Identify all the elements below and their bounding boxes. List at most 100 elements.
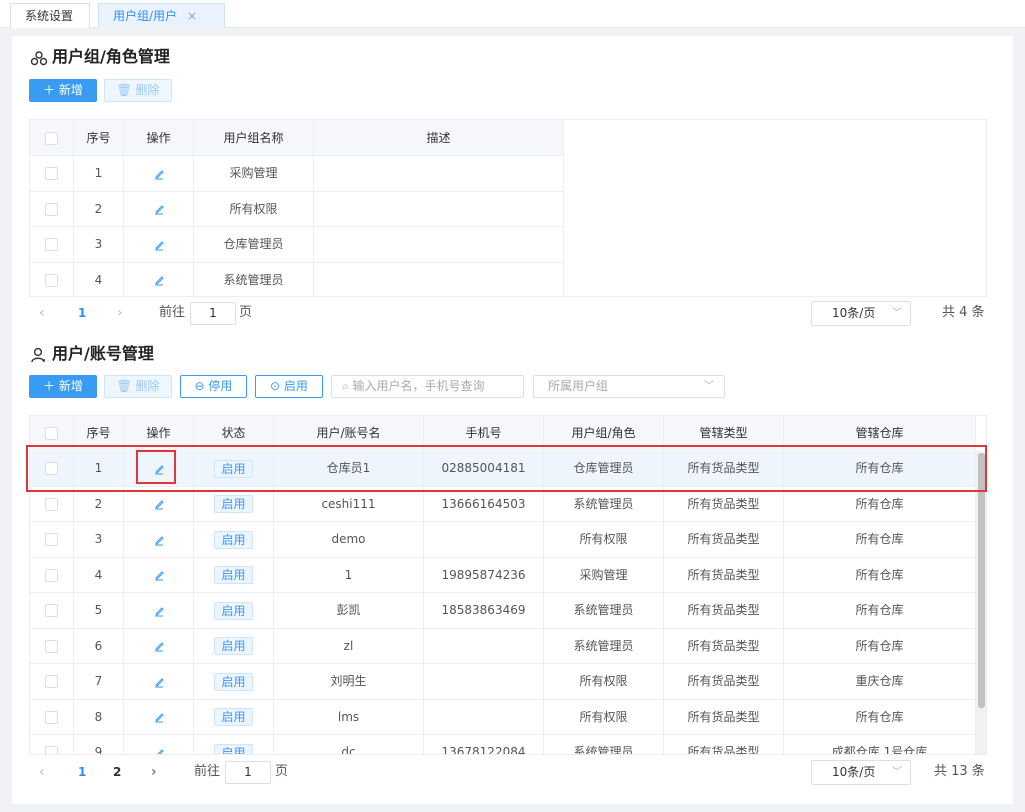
group-delete-button[interactable]: 🗑 删除 (104, 79, 172, 102)
user-cell: 2 (74, 486, 124, 522)
next-page-icon[interactable]: › (151, 758, 157, 786)
tab-system-settings[interactable]: 系统设置 (10, 3, 90, 28)
user-search-input[interactable]: ⌕ 输入用户名，手机号查询 (331, 375, 524, 398)
edit-icon[interactable] (153, 239, 165, 251)
user-cell: 所有货品类型 (664, 664, 784, 700)
user-cell: demo (274, 522, 424, 558)
row-checkbox-cell (30, 664, 74, 700)
user-cell: 所有仓库 (784, 522, 976, 558)
user-group-select[interactable]: 所属用户组 ﹀ (533, 375, 725, 398)
user-cell (424, 664, 544, 700)
user-cell: 采购管理 (544, 557, 664, 593)
edit-icon[interactable] (153, 747, 165, 756)
page-number[interactable]: 1 (78, 758, 86, 786)
tab-user-groups-users[interactable]: 用户组/用户 × (98, 3, 225, 28)
page-number[interactable]: 2 (113, 758, 121, 786)
goto-page-input[interactable]: 1 (225, 761, 271, 784)
edit-icon[interactable] (153, 203, 165, 215)
checkbox[interactable] (45, 675, 58, 688)
status-badge: 启用 (214, 530, 253, 549)
edit-icon[interactable] (153, 168, 165, 180)
group-add-label: 新增 (58, 83, 83, 97)
user-cell: 13666164503 (424, 486, 544, 522)
edit-icon[interactable] (153, 498, 165, 510)
checkbox[interactable] (45, 273, 58, 287)
row-number-cell: 2 (74, 191, 124, 227)
prev-page-icon[interactable]: ‹ (39, 758, 45, 786)
checkbox[interactable] (45, 568, 58, 582)
edit-icon[interactable] (153, 463, 165, 475)
group-add-button[interactable]: ＋ 新增 (29, 79, 97, 102)
row-checkbox-cell (30, 522, 74, 558)
row-checkbox-cell (30, 451, 74, 487)
user-add-button[interactable]: ＋ 新增 (29, 375, 97, 398)
col-header: 序号 (74, 416, 124, 450)
minus-circle-icon: ⊖ (194, 379, 209, 393)
checkbox[interactable] (45, 132, 58, 145)
user-disable-button[interactable]: ⊖ 停用 (180, 375, 247, 398)
user-cell (124, 699, 194, 735)
checkbox[interactable] (45, 462, 58, 475)
prev-page-icon[interactable]: ‹ (39, 299, 45, 327)
row-checkbox-cell (30, 735, 74, 754)
page-number[interactable]: 1 (78, 299, 86, 327)
user-no: 2 (94, 496, 103, 511)
col-header: 管辖仓库 (784, 416, 976, 450)
user-no: 4 (94, 567, 103, 582)
close-icon[interactable]: × (187, 9, 197, 23)
user-select-all[interactable] (30, 416, 74, 450)
user-type: 所有货品类型 (687, 532, 760, 546)
col-header: 用户/账号名 (274, 416, 424, 450)
scroll-thumb[interactable] (978, 453, 985, 708)
edit-icon[interactable] (153, 676, 165, 688)
user-no: 1 (94, 461, 103, 475)
group-delete-label: 删除 (135, 83, 160, 97)
goto-page-input[interactable]: 1 (190, 302, 236, 325)
checkbox[interactable] (45, 497, 58, 511)
checkbox[interactable] (45, 710, 58, 724)
checkbox[interactable] (45, 639, 58, 653)
user-role: 系统管理员 (573, 603, 634, 617)
group-select-all[interactable] (30, 120, 74, 156)
page-size-select[interactable]: 10条/页 ﹀ (811, 760, 911, 785)
page-size-select[interactable]: 10条/页 ﹀ (811, 301, 911, 326)
user-name: lms (337, 709, 360, 724)
checkbox[interactable] (45, 746, 58, 754)
search-icon: ⌕ (342, 379, 353, 393)
total-count: 共 13 条 (934, 764, 985, 779)
user-cell: 13678122084 (424, 735, 544, 754)
user-warehouse: 所有仓库 (855, 709, 904, 724)
edit-icon[interactable] (153, 711, 165, 723)
edit-icon[interactable] (153, 569, 165, 581)
user-type: 所有货品类型 (687, 674, 760, 688)
group-name: 系统管理员 (223, 272, 284, 287)
checkbox[interactable] (45, 238, 58, 251)
search-placeholder: 输入用户名，手机号查询 (352, 379, 485, 393)
checkbox[interactable] (45, 167, 58, 180)
user-add-label: 新增 (58, 379, 83, 393)
edit-icon[interactable] (153, 605, 165, 617)
row-action-cell (124, 262, 194, 296)
user-delete-button[interactable]: 🗑 删除 (104, 375, 172, 398)
edit-icon[interactable] (153, 534, 165, 546)
group-section-title-text: 用户组/角色管理 (52, 47, 170, 66)
user-no: 7 (94, 674, 103, 688)
user-cell (424, 628, 544, 664)
checkbox[interactable] (45, 604, 58, 617)
user-cell: 6 (74, 628, 124, 664)
scrollbar[interactable] (976, 451, 986, 754)
group-name: 采购管理 (229, 166, 278, 180)
user-warehouse: 所有仓库 (855, 532, 904, 546)
edit-icon[interactable] (153, 640, 165, 652)
user-name: 仓库员1 (326, 461, 371, 475)
edit-icon[interactable] (153, 274, 165, 286)
user-enable-button[interactable]: ⊙ 启用 (255, 375, 323, 398)
checkbox[interactable] (45, 202, 58, 216)
status-badge: 启用 (214, 566, 253, 584)
user-name: dc (341, 745, 356, 755)
row-checkbox-cell (30, 227, 74, 263)
checkbox[interactable] (45, 427, 58, 440)
next-page-icon[interactable]: › (117, 299, 123, 327)
checkbox[interactable] (45, 533, 58, 546)
user-role: 系统管理员 (573, 745, 634, 755)
